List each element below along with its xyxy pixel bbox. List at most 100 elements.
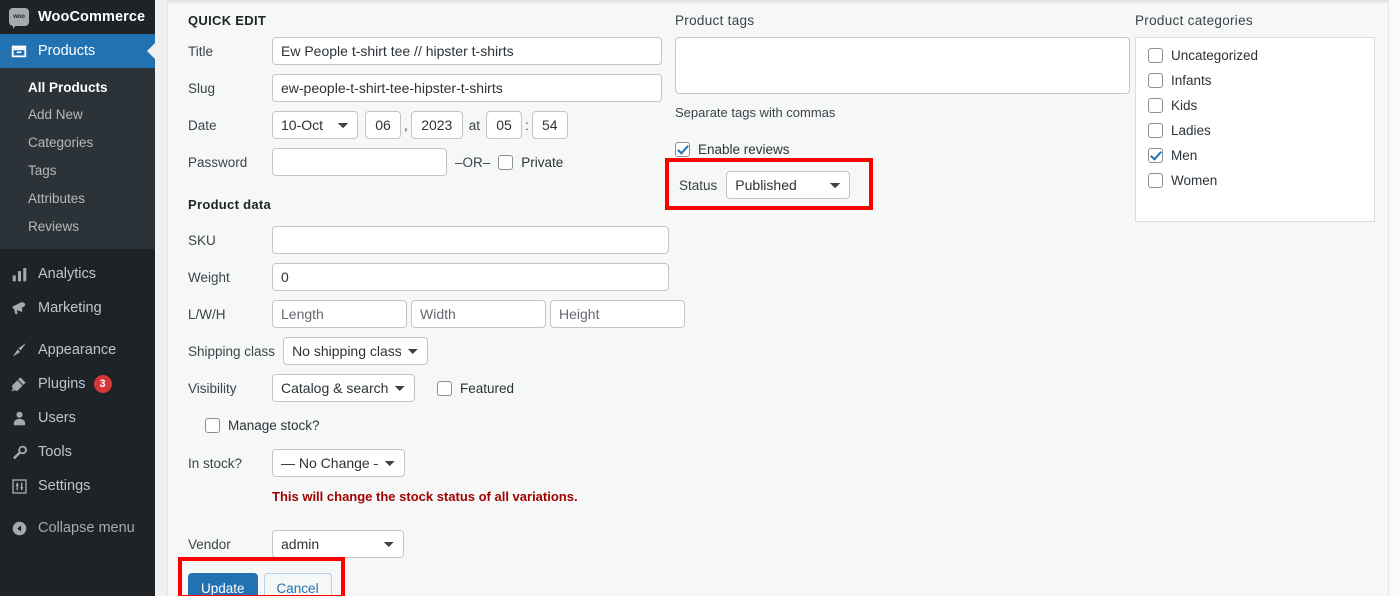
sidebar-item-label: Appearance: [38, 342, 116, 358]
sku-input[interactable]: [272, 226, 669, 254]
date-row: Date 10-Oct , at :: [188, 111, 673, 139]
date-day-input[interactable]: [365, 111, 401, 139]
product-categories-column: Product categories Uncategorized Infants…: [1135, 0, 1375, 222]
shipping-class-select[interactable]: No shipping class: [283, 337, 428, 365]
category-label: Kids: [1171, 98, 1197, 113]
sidebar-item-label: Users: [38, 410, 76, 426]
sidebar-item-categories[interactable]: Categories: [0, 130, 155, 158]
date-month-select[interactable]: 10-Oct: [272, 111, 358, 139]
sidebar-item-woocommerce[interactable]: woo WooCommerce: [0, 0, 155, 34]
sku-label: SKU: [188, 233, 272, 248]
sidebar-item-label: Marketing: [38, 300, 102, 316]
featured-label: Featured: [460, 381, 514, 396]
products-box-icon: [9, 41, 29, 61]
stock-warning-text: This will change the stock status of all…: [272, 489, 673, 504]
length-input[interactable]: [272, 300, 407, 328]
manage-stock-label: Manage stock?: [228, 418, 320, 433]
width-input[interactable]: [411, 300, 546, 328]
slug-input[interactable]: [272, 74, 662, 102]
password-input[interactable]: [272, 148, 447, 176]
sku-row: SKU: [188, 226, 673, 254]
woocommerce-logo-mark: woo: [9, 8, 29, 26]
sidebar-item-appearance[interactable]: Appearance: [0, 333, 155, 367]
quick-edit-left-column: QUICK EDIT Title Slug Date 10-Oct , at :: [188, 0, 673, 596]
paintbrush-icon: [9, 340, 29, 360]
weight-row: Weight: [188, 263, 673, 291]
sidebar-item-tools[interactable]: Tools: [0, 435, 155, 469]
update-button[interactable]: Update: [188, 573, 258, 596]
sidebar-item-label: Analytics: [38, 266, 96, 282]
sidebar-item-label: Settings: [38, 478, 90, 494]
sidebar-item-reviews[interactable]: Reviews: [0, 213, 155, 241]
category-item-women[interactable]: Women: [1148, 173, 1362, 188]
category-checkbox-women[interactable]: [1148, 173, 1163, 188]
sidebar-item-marketing[interactable]: Marketing: [0, 291, 155, 325]
date-hour-input[interactable]: [486, 111, 522, 139]
category-item-men[interactable]: Men: [1148, 148, 1362, 163]
quick-edit-heading: QUICK EDIT: [188, 13, 673, 28]
plug-icon: [9, 374, 29, 394]
lwh-label: L/W/H: [188, 307, 272, 322]
sidebar-item-analytics[interactable]: Analytics: [0, 257, 155, 291]
sidebar-item-plugins[interactable]: Plugins 3: [0, 367, 155, 401]
weight-input[interactable]: [272, 263, 669, 291]
sidebar-item-users[interactable]: Users: [0, 401, 155, 435]
sidebar-item-all-products[interactable]: All Products: [0, 74, 155, 102]
category-label: Women: [1171, 173, 1217, 188]
slug-row: Slug: [188, 74, 673, 102]
enable-reviews-row: Enable reviews: [675, 142, 1145, 157]
wrench-icon: [9, 442, 29, 462]
category-checkbox-men[interactable]: [1148, 148, 1163, 163]
sidebar-divider-3: [0, 503, 155, 511]
visibility-select[interactable]: Catalog & search: [272, 374, 415, 402]
category-item-kids[interactable]: Kids: [1148, 98, 1362, 113]
in-stock-select[interactable]: — No Change —: [272, 449, 405, 477]
manage-stock-row: Manage stock?: [188, 418, 673, 433]
page-scrollbar[interactable]: [1388, 0, 1400, 596]
sidebar-item-label: Plugins: [38, 376, 86, 392]
sidebar-item-attributes[interactable]: Attributes: [0, 186, 155, 214]
sidebar-item-add-new[interactable]: Add New: [0, 102, 155, 130]
date-year-input[interactable]: [411, 111, 463, 139]
category-checkbox-infants[interactable]: [1148, 73, 1163, 88]
category-checkbox-kids[interactable]: [1148, 98, 1163, 113]
visibility-label: Visibility: [188, 381, 272, 396]
date-minute-input[interactable]: [532, 111, 568, 139]
sidebar-item-settings[interactable]: Settings: [0, 469, 155, 503]
title-label: Title: [188, 44, 272, 59]
category-checkbox-ladies[interactable]: [1148, 123, 1163, 138]
title-row: Title: [188, 37, 673, 65]
category-label: Infants: [1171, 73, 1212, 88]
in-stock-row: In stock? — No Change —: [188, 449, 673, 477]
password-row: Password –OR– Private: [188, 148, 673, 176]
product-tags-heading: Product tags: [675, 13, 1145, 28]
category-label: Ladies: [1171, 123, 1211, 138]
sidebar-item-label: Tools: [38, 444, 72, 460]
date-label: Date: [188, 118, 272, 133]
plugins-update-badge: 3: [94, 375, 112, 393]
sidebar-item-tags[interactable]: Tags: [0, 158, 155, 186]
collapse-arrow-icon: [9, 518, 29, 538]
enable-reviews-checkbox[interactable]: [675, 142, 690, 157]
product-data-heading: Product data: [188, 197, 673, 212]
vendor-select[interactable]: admin: [272, 530, 404, 558]
status-label: Status: [679, 178, 717, 193]
sidebar-divider-2: [0, 325, 155, 333]
category-item-ladies[interactable]: Ladies: [1148, 123, 1362, 138]
title-input[interactable]: [272, 37, 662, 65]
product-tags-textarea[interactable]: [675, 37, 1130, 94]
sliders-icon: [9, 476, 29, 496]
private-checkbox[interactable]: [498, 155, 513, 170]
cancel-button[interactable]: Cancel: [264, 573, 332, 596]
manage-stock-checkbox[interactable]: [205, 418, 220, 433]
sidebar-item-collapse-menu[interactable]: Collapse menu: [0, 511, 155, 545]
category-item-uncategorized[interactable]: Uncategorized: [1148, 48, 1362, 63]
weight-label: Weight: [188, 270, 272, 285]
status-select[interactable]: Published: [726, 171, 850, 199]
featured-checkbox[interactable]: [437, 381, 452, 396]
sidebar-item-products[interactable]: Products: [0, 34, 155, 68]
category-checkbox-uncategorized[interactable]: [1148, 48, 1163, 63]
height-input[interactable]: [550, 300, 685, 328]
lwh-row: L/W/H: [188, 300, 673, 328]
category-item-infants[interactable]: Infants: [1148, 73, 1362, 88]
